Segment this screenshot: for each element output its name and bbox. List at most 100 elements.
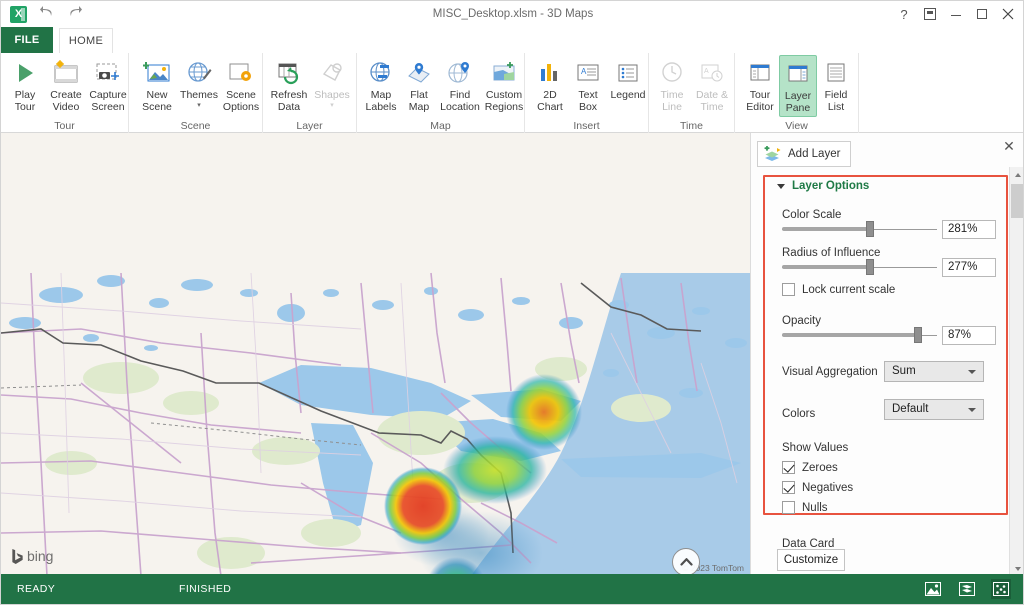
color-scale-value[interactable]: 281% bbox=[942, 220, 996, 239]
status-view-buttons bbox=[923, 579, 1011, 599]
ribbon-button-label: Shapes bbox=[314, 90, 350, 102]
map-pan-up-button[interactable] bbox=[672, 548, 700, 576]
negatives-checkbox[interactable] bbox=[782, 481, 795, 494]
ribbon-button-play-tour[interactable]: Play Tour bbox=[5, 55, 45, 117]
radius-of-influence-value[interactable]: 277% bbox=[942, 258, 996, 277]
radius-slider-thumb[interactable] bbox=[866, 259, 874, 275]
negatives-row[interactable]: Negatives bbox=[782, 481, 853, 494]
ribbon-button-label: Flat Map bbox=[409, 90, 429, 113]
status-ready: READY bbox=[17, 583, 55, 595]
ribbon-group-label: Time bbox=[649, 120, 734, 132]
ribbon-button-refresh-data[interactable]: Refresh Data bbox=[267, 55, 311, 117]
ribbon-group-label: Map bbox=[357, 120, 524, 132]
pane-scrollbar[interactable] bbox=[1009, 167, 1024, 576]
help-button[interactable]: ? bbox=[891, 3, 917, 25]
bing-logo: bing bbox=[11, 548, 53, 564]
shapes-icon bbox=[318, 58, 346, 88]
ribbon-button-scene-options[interactable]: Scene Options bbox=[219, 55, 263, 117]
customize-button[interactable]: Customize bbox=[777, 549, 845, 571]
ribbon-button-flat-map[interactable]: Flat Map bbox=[401, 55, 437, 117]
color-scale-slider-thumb[interactable] bbox=[866, 221, 874, 237]
scene-view-icon[interactable] bbox=[923, 579, 943, 599]
scene-options-icon bbox=[227, 58, 255, 88]
bing-logo-text: bing bbox=[27, 548, 53, 564]
chevron-down-icon[interactable]: ▾ bbox=[197, 102, 201, 109]
opacity-slider-track[interactable] bbox=[782, 333, 918, 337]
scroll-up-button[interactable] bbox=[1010, 167, 1024, 182]
ribbon-button-find-location[interactable]: Find Location bbox=[437, 55, 483, 117]
ribbon-button-create-video[interactable]: Create Video bbox=[45, 55, 87, 117]
opacity-slider-thumb[interactable] bbox=[914, 327, 922, 343]
bing-mark-icon bbox=[11, 549, 24, 564]
ribbon-button-label: Legend bbox=[610, 90, 645, 102]
lock-current-scale-checkbox[interactable] bbox=[782, 283, 795, 296]
visual-aggregation-value: Sum bbox=[892, 365, 916, 377]
map-view[interactable]: bing © 2023 TomTom bbox=[1, 133, 750, 576]
chevron-down-icon[interactable]: ▾ bbox=[330, 102, 334, 109]
color-scale-slider-track[interactable] bbox=[782, 227, 872, 231]
app-window: X MISC_Desktop.xlsm - 3D Maps ? bbox=[0, 0, 1024, 605]
ribbon-button-label: Text Box bbox=[578, 90, 597, 113]
ribbon-group-label: Scene bbox=[129, 120, 262, 132]
ribbon-button-label: Themes bbox=[180, 90, 218, 102]
tour-view-icon[interactable] bbox=[991, 579, 1011, 599]
colors-select[interactable]: Default bbox=[884, 399, 984, 420]
tab-home[interactable]: HOME bbox=[59, 28, 113, 53]
close-button[interactable] bbox=[995, 3, 1021, 25]
new-scene-icon bbox=[142, 58, 172, 88]
ribbon-button-layer-pane[interactable]: Layer Pane bbox=[779, 55, 817, 117]
nulls-checkbox[interactable] bbox=[782, 501, 795, 514]
radius-slider-track[interactable] bbox=[782, 265, 872, 269]
nulls-row[interactable]: Nulls bbox=[782, 501, 828, 514]
add-layer-button[interactable]: Add Layer bbox=[757, 141, 851, 167]
ribbon-button-label: Time Line bbox=[661, 90, 684, 113]
layer-pane: ✕ Add Layer Layer Options Color Scale 28… bbox=[750, 133, 1024, 576]
ribbon-button-capture-screen[interactable]: Capture Screen bbox=[87, 55, 129, 117]
ribbon-group-map: Map Labels Flat Map bbox=[357, 53, 525, 133]
minimize-button[interactable] bbox=[943, 3, 969, 25]
ribbon-group-label: View bbox=[735, 120, 858, 132]
close-pane-button[interactable]: ✕ bbox=[1001, 139, 1017, 155]
ribbon-button-text-box[interactable]: A Text Box bbox=[569, 55, 607, 117]
heat-point-boston bbox=[506, 374, 582, 450]
maximize-button[interactable] bbox=[969, 3, 995, 25]
ribbon-button-label: Field List bbox=[825, 90, 848, 113]
ribbon-button-date-time[interactable]: A Date & Time bbox=[691, 55, 733, 117]
create-video-icon bbox=[52, 58, 80, 88]
ribbon-display-options-button[interactable] bbox=[917, 3, 943, 25]
capture-screen-icon bbox=[94, 58, 122, 88]
ribbon-button-new-scene[interactable]: New Scene bbox=[135, 55, 179, 117]
ribbon-button-2d-chart[interactable]: 2D Chart bbox=[531, 55, 569, 117]
ribbon-button-time-line[interactable]: Time Line bbox=[653, 55, 691, 117]
visual-aggregation-label: Visual Aggregation bbox=[782, 366, 878, 378]
ribbon-button-legend[interactable]: Legend bbox=[607, 55, 649, 117]
ribbon: Play Tour Create Video bbox=[1, 53, 1024, 133]
ribbon-button-shapes[interactable]: Shapes ▾ bbox=[311, 55, 353, 117]
ribbon-button-field-list[interactable]: Field List bbox=[817, 55, 855, 117]
refresh-data-icon bbox=[275, 58, 303, 88]
map-canvas[interactable] bbox=[1, 133, 750, 576]
show-values-label: Show Values bbox=[782, 442, 848, 454]
tab-file[interactable]: FILE bbox=[1, 27, 53, 53]
field-list-icon bbox=[823, 58, 849, 88]
ribbon-button-custom-regions[interactable]: Custom Regions bbox=[483, 55, 525, 117]
ribbon-button-label: Layer Pane bbox=[785, 91, 811, 114]
lock-current-scale-row[interactable]: Lock current scale bbox=[782, 283, 895, 296]
visual-aggregation-select[interactable]: Sum bbox=[884, 361, 984, 382]
zeroes-checkbox[interactable] bbox=[782, 461, 795, 474]
play-tour-icon bbox=[12, 58, 38, 88]
opacity-value[interactable]: 87% bbox=[942, 326, 996, 345]
svg-text:A: A bbox=[581, 67, 587, 76]
ribbon-button-themes[interactable]: Themes ▾ bbox=[179, 55, 219, 117]
scrollbar-thumb[interactable] bbox=[1011, 184, 1024, 218]
zeroes-row[interactable]: Zeroes bbox=[782, 461, 838, 474]
ribbon-button-tour-editor[interactable]: Tour Editor bbox=[741, 55, 779, 117]
lock-current-scale-label: Lock current scale bbox=[802, 284, 895, 296]
chevron-down-icon[interactable] bbox=[968, 408, 976, 412]
chevron-down-icon[interactable] bbox=[968, 370, 976, 374]
collapse-triangle-icon[interactable] bbox=[777, 184, 785, 189]
layer-view-icon[interactable] bbox=[957, 579, 977, 599]
ribbon-group-scene: New Scene Themes ▾ bbox=[129, 53, 263, 133]
ribbon-button-map-labels[interactable]: Map Labels bbox=[361, 55, 401, 117]
layer-options-header[interactable]: Layer Options bbox=[777, 180, 869, 192]
